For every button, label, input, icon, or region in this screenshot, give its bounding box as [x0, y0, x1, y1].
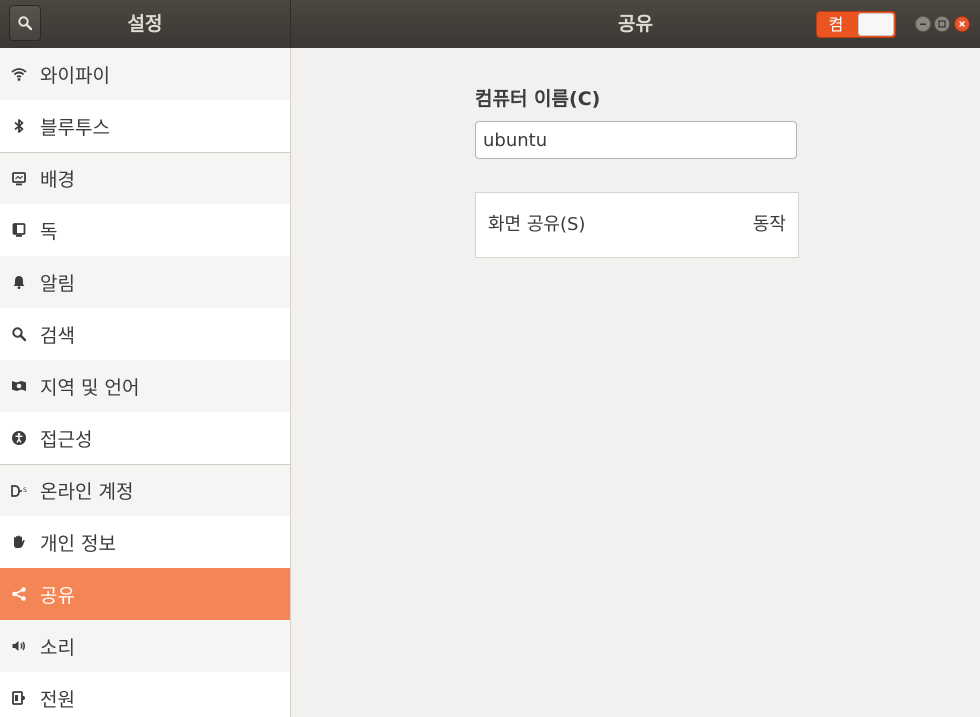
toggle-knob[interactable] [858, 13, 894, 36]
sidebar-item-sound[interactable]: 소리 [0, 620, 290, 672]
maximize-button[interactable] [934, 16, 950, 32]
computer-name-label: 컴퓨터 이름(C) [475, 88, 601, 110]
online-accounts-icon: S [9, 481, 29, 501]
sidebar-item-accessibility[interactable]: 접근성 [0, 412, 290, 464]
sidebar-item-wifi[interactable]: 와이파이 [0, 48, 290, 100]
sidebar-item-label: 검색 [40, 324, 75, 347]
sidebar-item-background[interactable]: 배경 [0, 152, 290, 204]
sidebar-item-label: 접근성 [40, 428, 93, 451]
search-icon [9, 324, 29, 344]
toggle-label: 켬 [828, 15, 844, 34]
sidebar-item-notifications[interactable]: 알림 [0, 256, 290, 308]
sidebar-item-label: 전원 [40, 688, 75, 711]
close-button[interactable] [954, 16, 970, 32]
sidebar-item-label: 온라인 계정 [40, 481, 134, 503]
header-bar: 설정 공유 켬 [0, 0, 980, 48]
sharing-panel: 컴퓨터 이름(C) 화면 공유(S) 동작 [291, 48, 980, 717]
wifi-icon [9, 64, 29, 84]
close-icon [958, 20, 966, 28]
screen-sharing-label: 화면 공유(S) [488, 214, 586, 235]
sidebar-item-privacy[interactable]: 개인 정보 [0, 516, 290, 568]
accessibility-icon [9, 428, 29, 448]
sidebar-item-label: 공유 [40, 584, 75, 607]
speaker-icon [9, 636, 29, 656]
sidebar-item-label: 개인 정보 [40, 532, 116, 555]
sidebar-item-label: 배경 [40, 169, 75, 191]
background-icon [9, 169, 29, 189]
sidebar-item-online-accounts[interactable]: S 온라인 계정 [0, 464, 290, 516]
power-icon [9, 688, 29, 708]
sidebar-item-label: 소리 [40, 636, 75, 659]
sidebar-item-label: 독 [40, 220, 58, 243]
minimize-icon [920, 23, 926, 25]
sidebar-item-sharing[interactable]: 공유 [0, 568, 290, 620]
minimize-button[interactable] [915, 16, 931, 32]
share-icon [9, 584, 29, 604]
sidebar-item-label: 지역 및 언어 [40, 376, 140, 399]
dock-icon [9, 220, 29, 240]
privacy-hand-icon [9, 532, 29, 552]
maximize-icon [938, 20, 946, 28]
bell-icon [9, 272, 29, 292]
sharing-toggle[interactable]: 켬 [816, 11, 896, 38]
region-icon [9, 376, 29, 396]
bluetooth-icon [9, 116, 29, 136]
sidebar-item-dock[interactable]: 독 [0, 204, 290, 256]
sidebar: 와이파이 블루투스 배경 독 알림 검색 지역 및 언어 접근성 S 온라인 계… [0, 48, 291, 717]
computer-name-field[interactable] [475, 121, 797, 159]
sidebar-item-search[interactable]: 검색 [0, 308, 290, 360]
screen-sharing-row[interactable]: 화면 공유(S) 동작 [475, 192, 799, 258]
settings-title: 설정 [127, 13, 163, 35]
svg-text:S: S [23, 487, 27, 494]
sidebar-item-power[interactable]: 전원 [0, 672, 290, 717]
sidebar-item-bluetooth[interactable]: 블루투스 [0, 100, 290, 152]
sidebar-item-label: 와이파이 [40, 64, 110, 87]
sidebar-item-region[interactable]: 지역 및 언어 [0, 360, 290, 412]
sidebar-item-label: 블루투스 [40, 116, 110, 139]
sidebar-item-label: 알림 [40, 272, 75, 295]
screen-sharing-status: 동작 [752, 214, 786, 235]
